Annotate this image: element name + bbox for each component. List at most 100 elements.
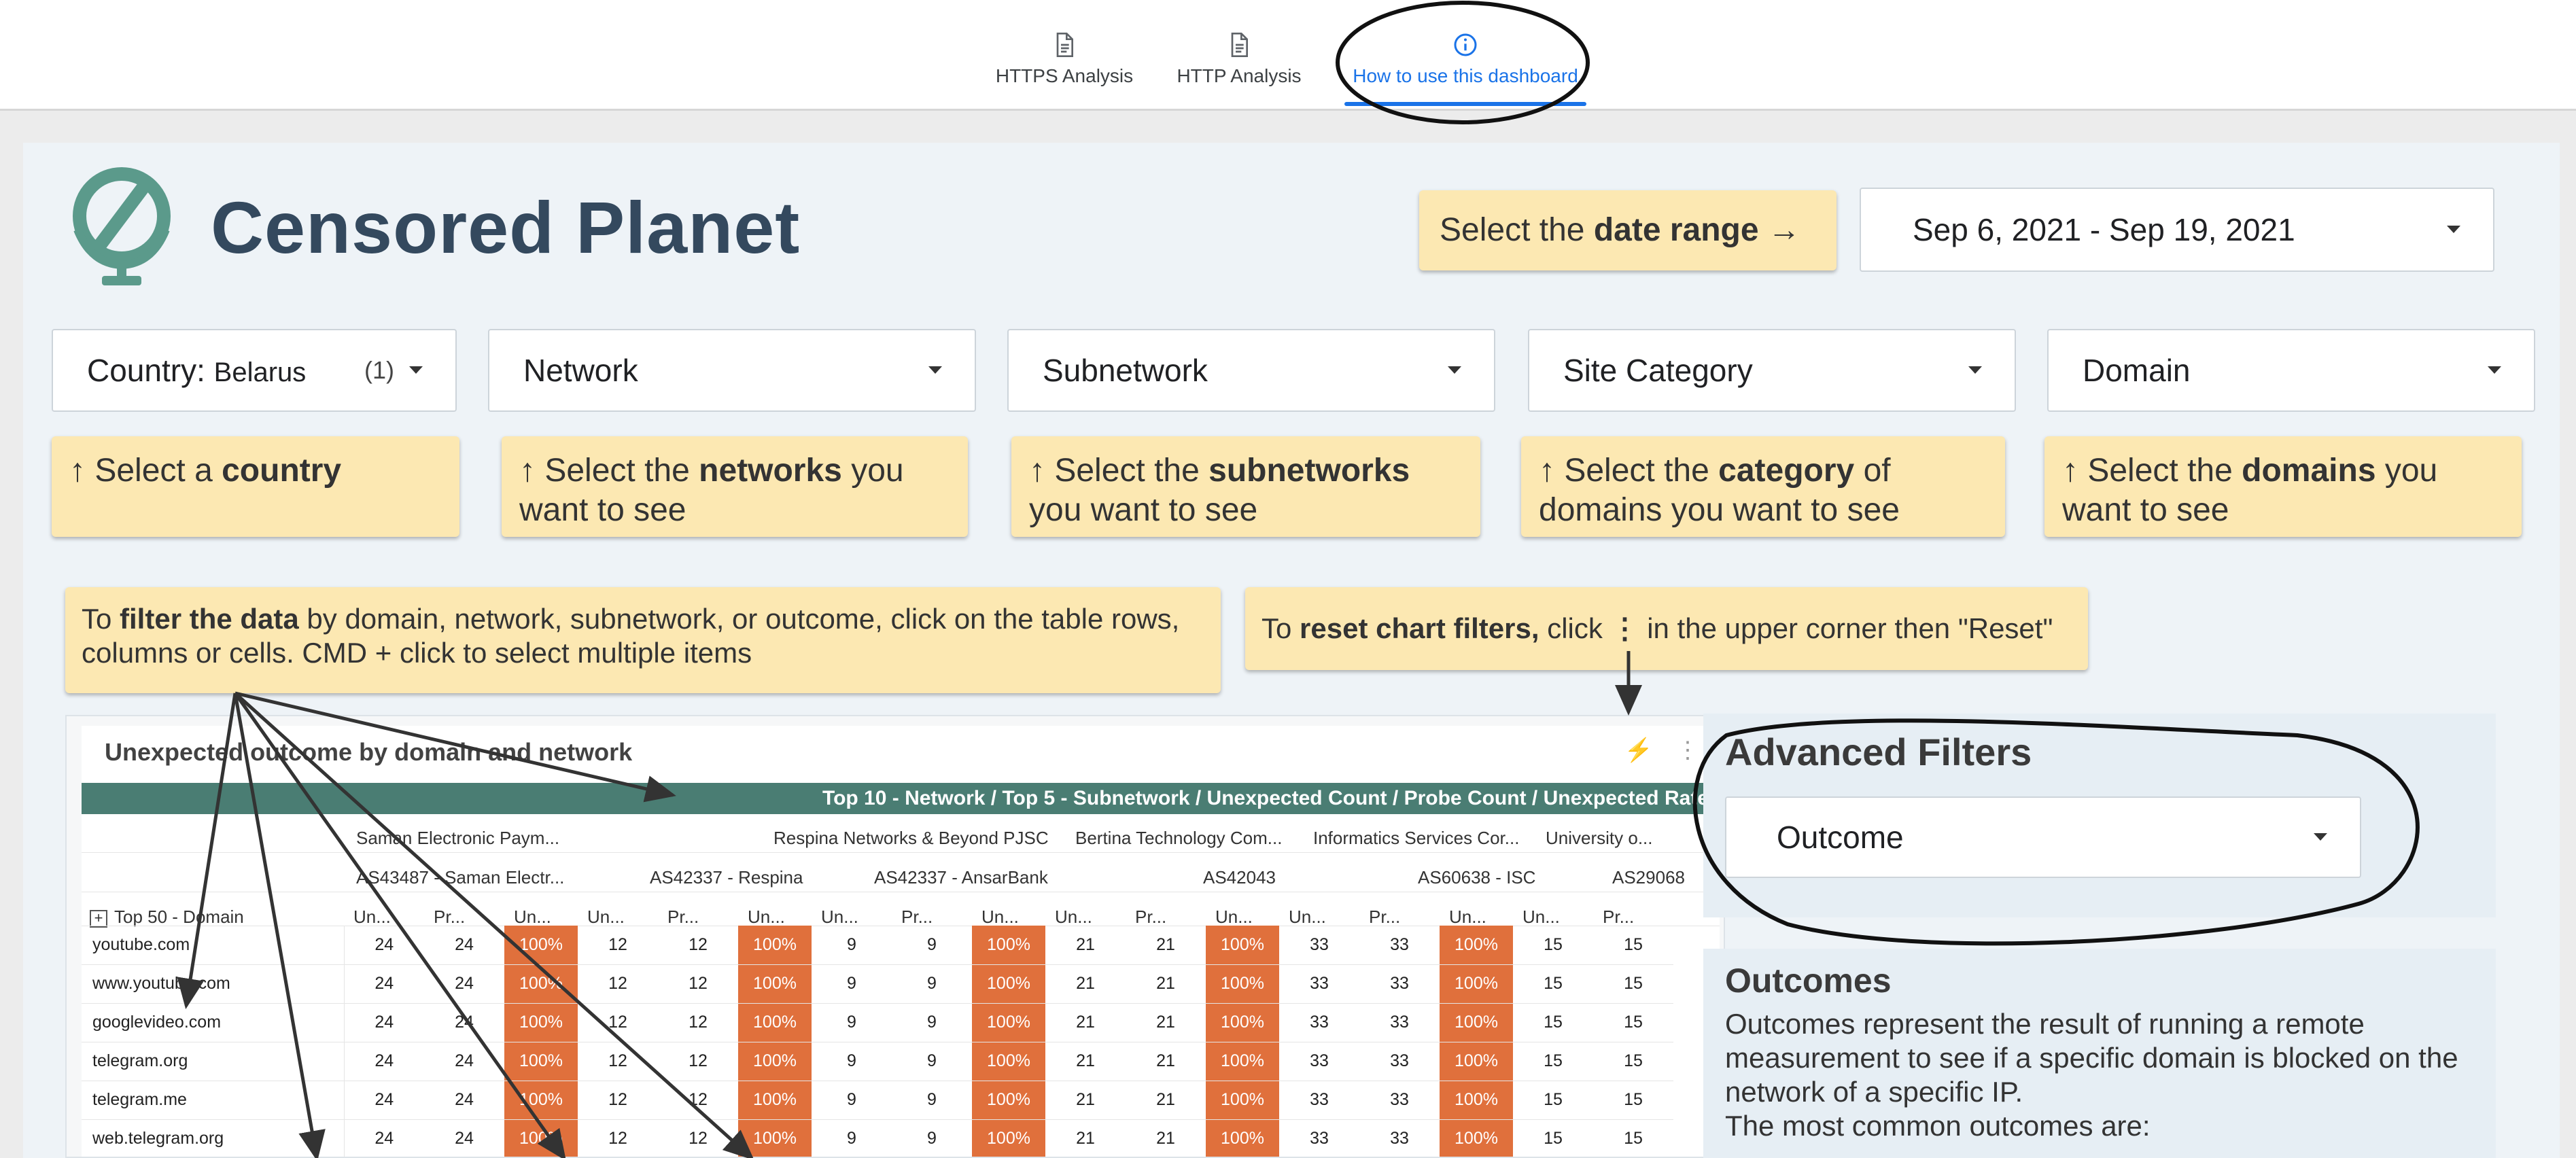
measure-column-header[interactable]: Un... — [587, 907, 625, 928]
count-cell[interactable]: 9 — [892, 1081, 972, 1120]
count-cell[interactable]: 12 — [658, 1081, 738, 1120]
unexpected-rate-cell[interactable]: 100% — [1206, 1119, 1279, 1157]
count-cell[interactable]: 15 — [1593, 1081, 1673, 1120]
subnetwork-header[interactable]: AS29068 — [1612, 867, 1685, 888]
measure-column-header[interactable]: Pr... — [1603, 907, 1634, 928]
count-cell[interactable]: 24 — [344, 1003, 424, 1042]
measure-column-header[interactable]: Un... — [1055, 907, 1092, 928]
measure-column-header[interactable]: Un... — [1522, 907, 1560, 928]
count-cell[interactable]: 15 — [1513, 1042, 1593, 1081]
count-cell[interactable]: 12 — [658, 1042, 738, 1081]
domain-filter[interactable]: Domain — [2047, 329, 2535, 412]
site-category-filter[interactable]: Site Category — [1528, 329, 2016, 412]
count-cell[interactable]: 33 — [1359, 1119, 1440, 1157]
count-cell[interactable]: 9 — [892, 1003, 972, 1042]
unexpected-rate-cell[interactable]: 100% — [738, 1081, 812, 1120]
measure-column-header[interactable]: Un... — [981, 907, 1019, 928]
count-cell[interactable]: 24 — [344, 926, 424, 965]
unexpected-rate-cell[interactable]: 100% — [504, 926, 578, 965]
table-row[interactable]: telegram.me 24 24 100% 12 12 100% 9 9 100% 21 21 100… — [82, 1081, 1673, 1120]
unexpected-rate-cell[interactable]: 100% — [1206, 926, 1279, 965]
network-header[interactable]: Informatics Services Cor... — [1313, 828, 1519, 849]
measure-column-header[interactable]: Pr... — [1135, 907, 1166, 928]
count-cell[interactable]: 21 — [1045, 1042, 1126, 1081]
count-cell[interactable]: 21 — [1045, 1003, 1126, 1042]
count-cell[interactable]: 15 — [1513, 1081, 1593, 1120]
domain-cell[interactable]: www.youtube.com — [82, 964, 345, 1004]
count-cell[interactable]: 21 — [1126, 926, 1206, 965]
count-cell[interactable]: 33 — [1279, 964, 1359, 1004]
unexpected-rate-cell[interactable]: 100% — [1440, 1003, 1513, 1042]
network-header[interactable]: Bertina Technology Com... — [1075, 828, 1282, 849]
count-cell[interactable]: 15 — [1593, 1119, 1673, 1157]
table-row[interactable]: telegram.org 24 24 100% 12 12 100% 9 9 100% 21 21 10… — [82, 1042, 1673, 1081]
more-vert-icon[interactable]: ⋮ — [1676, 737, 1699, 763]
count-cell[interactable]: 21 — [1045, 926, 1126, 965]
count-cell[interactable]: 12 — [658, 1003, 738, 1042]
network-header[interactable]: University o... — [1546, 828, 1653, 849]
count-cell[interactable]: 21 — [1045, 1081, 1126, 1120]
count-cell[interactable]: 9 — [812, 1119, 892, 1157]
subnetwork-header[interactable]: AS42043 — [1203, 867, 1276, 888]
unexpected-rate-cell[interactable]: 100% — [1440, 964, 1513, 1004]
count-cell[interactable]: 12 — [578, 926, 658, 965]
count-cell[interactable]: 33 — [1359, 926, 1440, 965]
count-cell[interactable]: 12 — [578, 1081, 658, 1120]
count-cell[interactable]: 15 — [1593, 1042, 1673, 1081]
unexpected-rate-cell[interactable]: 100% — [972, 1003, 1045, 1042]
count-cell[interactable]: 21 — [1045, 964, 1126, 1004]
unexpected-rate-cell[interactable]: 100% — [738, 1003, 812, 1042]
count-cell[interactable]: 33 — [1279, 926, 1359, 965]
count-cell[interactable]: 24 — [344, 964, 424, 1004]
domain-cell[interactable]: web.telegram.org — [82, 1119, 345, 1157]
domain-cell[interactable]: googlevideo.com — [82, 1003, 345, 1042]
measure-column-header[interactable]: Pr... — [667, 907, 699, 928]
count-cell[interactable]: 9 — [892, 964, 972, 1004]
unexpected-rate-cell[interactable]: 100% — [738, 1119, 812, 1157]
count-cell[interactable]: 33 — [1279, 1042, 1359, 1081]
unexpected-rate-cell[interactable]: 100% — [1440, 926, 1513, 965]
unexpected-rate-cell[interactable]: 100% — [1206, 964, 1279, 1004]
domain-column-header[interactable]: + Top 50 - Domain — [90, 907, 244, 928]
date-range-picker[interactable]: Sep 6, 2021 - Sep 19, 2021 — [1860, 188, 2494, 272]
count-cell[interactable]: 24 — [424, 1003, 504, 1042]
table-row[interactable]: googlevideo.com 24 24 100% 12 12 100% 9 9 100% 21 2… — [82, 1003, 1673, 1042]
count-cell[interactable]: 21 — [1126, 1042, 1206, 1081]
unexpected-rate-cell[interactable]: 100% — [1440, 1081, 1513, 1120]
count-cell[interactable]: 24 — [424, 1081, 504, 1120]
measure-column-header[interactable]: Un... — [514, 907, 551, 928]
unexpected-rate-cell[interactable]: 100% — [1206, 1081, 1279, 1120]
count-cell[interactable]: 24 — [424, 1119, 504, 1157]
count-cell[interactable]: 33 — [1279, 1003, 1359, 1042]
count-cell[interactable]: 12 — [578, 964, 658, 1004]
measure-column-header[interactable]: Pr... — [1369, 907, 1400, 928]
measure-column-header[interactable]: Pr... — [901, 907, 933, 928]
measure-column-header[interactable]: Un... — [748, 907, 785, 928]
unexpected-rate-cell[interactable]: 100% — [1440, 1119, 1513, 1157]
count-cell[interactable]: 12 — [578, 1042, 658, 1081]
count-cell[interactable]: 9 — [812, 1081, 892, 1120]
unexpected-rate-cell[interactable]: 100% — [504, 1081, 578, 1120]
measure-column-header[interactable]: Pr... — [434, 907, 465, 928]
count-cell[interactable]: 21 — [1126, 1081, 1206, 1120]
unexpected-rate-cell[interactable]: 100% — [1206, 1042, 1279, 1081]
count-cell[interactable]: 24 — [344, 1042, 424, 1081]
unexpected-rate-cell[interactable]: 100% — [972, 1119, 1045, 1157]
count-cell[interactable]: 15 — [1593, 926, 1673, 965]
count-cell[interactable]: 15 — [1513, 964, 1593, 1004]
count-cell[interactable]: 24 — [344, 1081, 424, 1120]
unexpected-rate-cell[interactable]: 100% — [1206, 1003, 1279, 1042]
unexpected-rate-cell[interactable]: 100% — [504, 1119, 578, 1157]
measure-column-header[interactable]: Un... — [1215, 907, 1253, 928]
count-cell[interactable]: 33 — [1359, 1042, 1440, 1081]
count-cell[interactable]: 9 — [892, 1119, 972, 1157]
count-cell[interactable]: 21 — [1045, 1119, 1126, 1157]
count-cell[interactable]: 9 — [892, 926, 972, 965]
count-cell[interactable]: 15 — [1513, 926, 1593, 965]
unexpected-rate-cell[interactable]: 100% — [972, 1042, 1045, 1081]
count-cell[interactable]: 24 — [424, 1042, 504, 1081]
network-header[interactable]: Respina Networks & Beyond PJSC — [773, 828, 1049, 849]
unexpected-rate-cell[interactable]: 100% — [1440, 1042, 1513, 1081]
count-cell[interactable]: 12 — [658, 1119, 738, 1157]
unexpected-rate-cell[interactable]: 100% — [738, 964, 812, 1004]
